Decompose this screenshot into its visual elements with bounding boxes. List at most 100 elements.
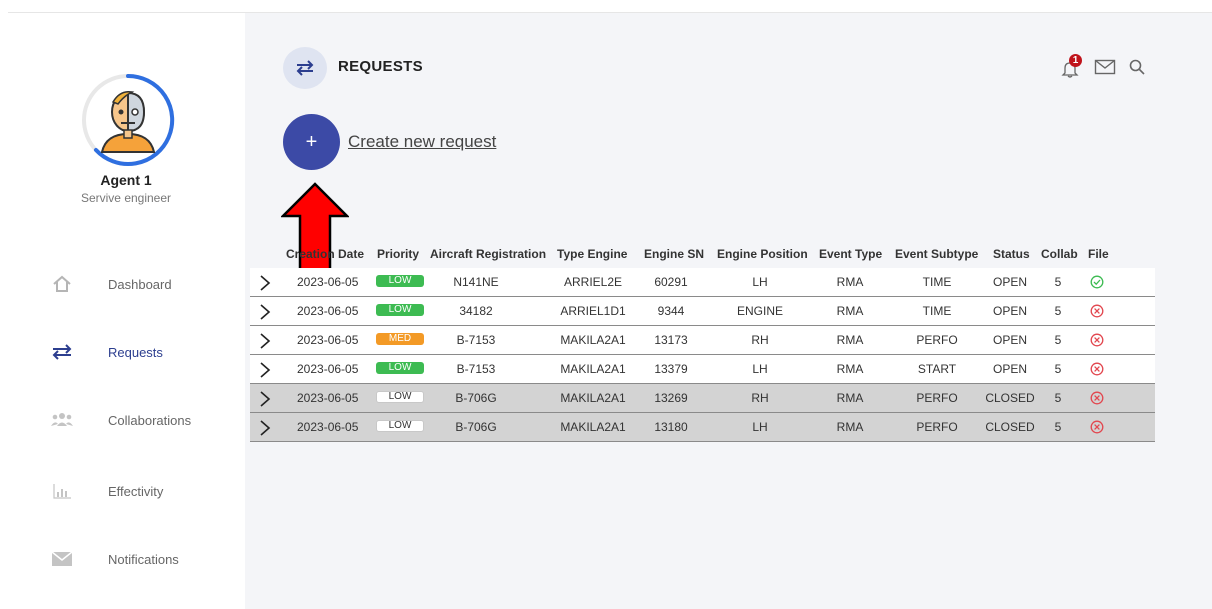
cell-engine-sn: 9344 [657, 304, 685, 318]
notification-badge: 1 [1069, 53, 1082, 67]
cell-aircraft-registration: B-7153 [456, 333, 496, 347]
cell-aircraft-registration: N141NE [453, 275, 499, 289]
table-row[interactable]: LOW 2023-06-05 B-706G MAKILA2A1 13180 LH RMA PE… [250, 413, 1155, 442]
cell-collab: 5 [1054, 275, 1062, 289]
cell-event-subtype: TIME [922, 275, 952, 289]
cell-type-engine: ARRIEL1D1 [560, 304, 626, 318]
table-row[interactable]: LOW 2023-06-05 B-706G MAKILA2A1 13269 RH RMA PE… [250, 384, 1155, 413]
sidebar-item-label: Dashboard [108, 276, 172, 292]
cell-event-subtype: START [917, 362, 957, 376]
cell-event-subtype: PERFO [916, 333, 958, 347]
cell-status: OPEN [992, 304, 1028, 318]
col-type-engine[interactable]: Type Engine [557, 247, 627, 261]
cell-collab: 5 [1054, 333, 1062, 347]
sidebar-item-dashboard[interactable]: Dashboard [50, 270, 245, 298]
cell-event-subtype: PERFO [916, 391, 958, 405]
error-circle-icon[interactable] [1090, 391, 1104, 405]
bar-chart-icon [50, 481, 74, 501]
sidebar-item-collaborations[interactable]: Collaborations [50, 406, 245, 434]
envelope-icon [50, 549, 74, 569]
cell-event-subtype: TIME [922, 304, 952, 318]
col-creation-date[interactable]: Creation Date [286, 247, 364, 261]
cell-type-engine: MAKILA2A1 [560, 420, 626, 434]
col-event-type[interactable]: Event Type [819, 247, 882, 261]
chevron-right-icon[interactable] [259, 362, 271, 378]
error-circle-icon[interactable] [1090, 420, 1104, 434]
sidebar-item-label: Requests [108, 344, 163, 360]
sidebar-item-label: Collaborations [108, 412, 192, 428]
error-circle-icon[interactable] [1090, 362, 1104, 376]
table-row[interactable]: MED 2023-06-05 B-7153 MAKILA2A1 13173 RH RMA PE… [250, 326, 1155, 355]
cell-engine-position: RH [751, 391, 769, 405]
cell-collab: 5 [1054, 304, 1062, 318]
priority-badge: LOW [376, 420, 424, 432]
cell-creation-date: 2023-06-05 [297, 275, 359, 289]
cell-engine-position: LH [752, 420, 768, 434]
create-request-button[interactable]: + [283, 114, 340, 170]
chevron-right-icon[interactable] [259, 275, 271, 291]
sidebar-item-notifications[interactable]: Notifications [50, 545, 245, 573]
page-title: REQUESTS [338, 58, 423, 75]
cell-engine-sn: 13180 [654, 420, 688, 434]
cell-type-engine: MAKILA2A1 [560, 362, 626, 376]
cell-event-subtype: PERFO [916, 420, 958, 434]
sidebar-item-requests[interactable]: Requests [50, 338, 245, 366]
col-priority[interactable]: Priority [377, 247, 419, 261]
chevron-right-icon[interactable] [259, 420, 271, 436]
cell-engine-position: ENGINE [736, 304, 784, 318]
table-row[interactable]: LOW 2023-06-05 34182 ARRIEL1D1 9344 ENGINE RMA… [250, 297, 1155, 326]
cell-aircraft-registration: B-706G [455, 420, 497, 434]
agent-name: Agent 1 [100, 172, 152, 188]
error-circle-icon[interactable] [1090, 333, 1104, 347]
col-file[interactable]: File [1088, 247, 1109, 261]
search-icon [1129, 59, 1145, 75]
priority-badge: LOW [376, 362, 424, 374]
sidebar-item-effectivity[interactable]: Effectivity [50, 477, 245, 505]
envelope-icon [1094, 59, 1116, 75]
cell-creation-date: 2023-06-05 [297, 420, 359, 434]
cell-type-engine: ARRIEL2E [563, 275, 623, 289]
col-event-subtype[interactable]: Event Subtype [895, 247, 978, 261]
robot-avatar-icon [82, 73, 175, 166]
avatar[interactable] [80, 72, 176, 168]
users-icon [50, 410, 74, 430]
chevron-right-icon[interactable] [259, 304, 271, 320]
mail-button[interactable] [1094, 58, 1116, 81]
cell-status: CLOSED [985, 420, 1035, 434]
table-row[interactable]: LOW 2023-06-05 B-7153 MAKILA2A1 13379 LH RMA ST… [250, 355, 1155, 384]
priority-badge: MED [376, 333, 424, 345]
cell-status: OPEN [992, 333, 1028, 347]
cell-aircraft-registration: B-7153 [456, 362, 496, 376]
cell-status: OPEN [992, 275, 1028, 289]
swap-arrows-icon [296, 60, 314, 76]
col-aircraft-registration[interactable]: Aircraft Registration [430, 247, 546, 261]
cell-creation-date: 2023-06-05 [297, 391, 359, 405]
cell-collab: 5 [1054, 420, 1062, 434]
cell-collab: 5 [1054, 391, 1062, 405]
cell-aircraft-registration: 34182 [459, 304, 493, 318]
col-engine-position[interactable]: Engine Position [717, 247, 808, 261]
chevron-right-icon[interactable] [259, 333, 271, 349]
notifications-button[interactable]: 1 [1060, 53, 1082, 81]
cell-event-type: RMA [836, 275, 864, 289]
cell-creation-date: 2023-06-05 [297, 304, 359, 318]
chevron-right-icon[interactable] [259, 391, 271, 407]
cell-event-type: RMA [836, 391, 864, 405]
cell-engine-sn: 13269 [654, 391, 688, 405]
cell-engine-position: LH [752, 362, 768, 376]
col-status[interactable]: Status [993, 247, 1030, 261]
table-row[interactable]: LOW 2023-06-05 N141NE ARRIEL2E 60291 LH RMA TIM… [250, 268, 1155, 297]
top-toolbar: 1 [1060, 53, 1146, 81]
priority-badge: LOW [376, 275, 424, 287]
col-engine-sn[interactable]: Engine SN [644, 247, 704, 261]
cell-event-type: RMA [836, 333, 864, 347]
create-request-link[interactable]: Create new request [348, 132, 496, 152]
cell-event-type: RMA [836, 304, 864, 318]
sidebar-item-label: Effectivity [108, 483, 164, 499]
error-circle-icon[interactable] [1090, 304, 1104, 318]
col-collab[interactable]: Collab [1041, 247, 1078, 261]
check-circle-icon[interactable] [1090, 275, 1104, 289]
cell-creation-date: 2023-06-05 [297, 333, 359, 347]
search-button[interactable] [1128, 58, 1146, 81]
swap-arrows-icon [50, 342, 74, 362]
